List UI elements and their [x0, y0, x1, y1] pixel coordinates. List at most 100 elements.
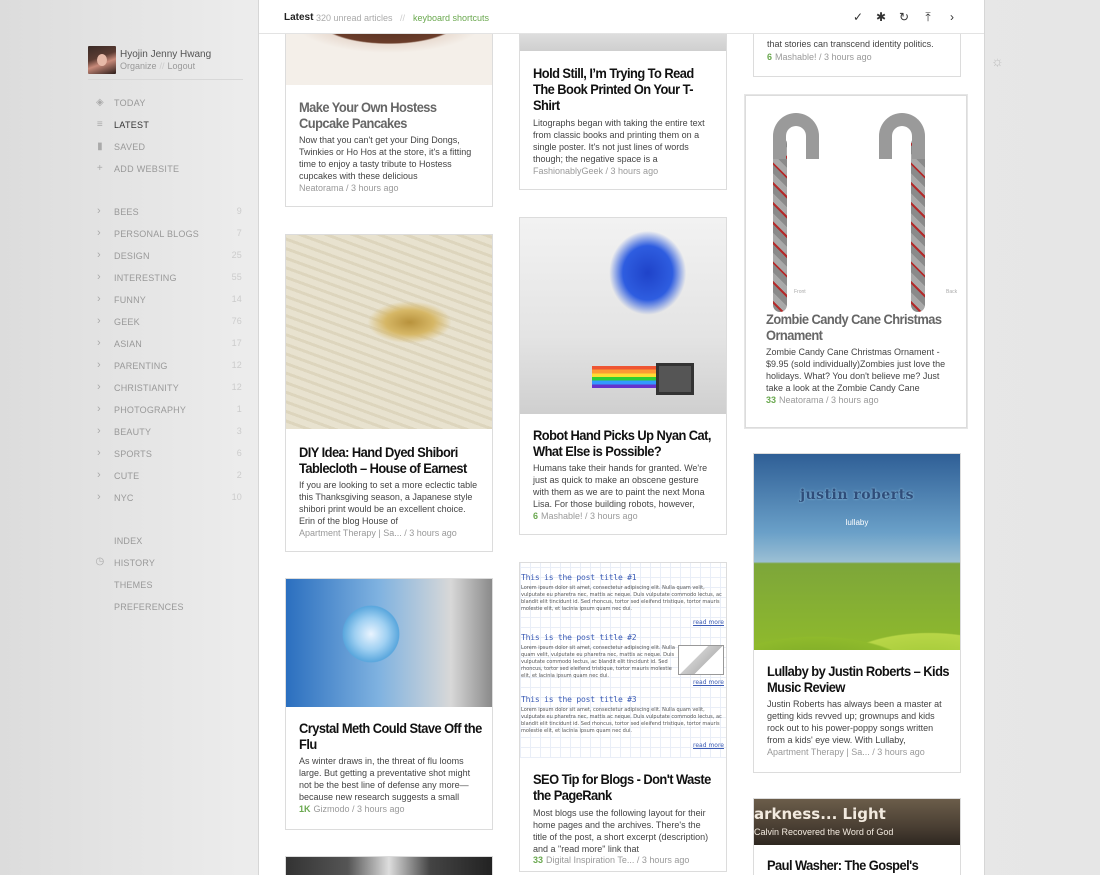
- to-top-icon[interactable]: ⤒: [920, 9, 936, 25]
- category-label: BEES: [114, 207, 139, 217]
- image-subtitle: Calvin Recovered the Word of God: [754, 827, 894, 837]
- chevron-right-icon[interactable]: ›: [97, 227, 101, 239]
- category-label: CUTE: [114, 471, 140, 481]
- today-icon: ◈: [96, 97, 104, 108]
- article-excerpt: Humans take their hands for granted. We'…: [533, 463, 708, 509]
- album-subtitle: lullaby: [845, 518, 869, 527]
- article-meta: 1K Gizmodo / 3 hours ago: [299, 804, 405, 814]
- article-excerpt: Now that you can't get your Ding Dongs, …: [299, 135, 472, 181]
- chevron-right-icon[interactable]: ›: [97, 205, 101, 217]
- nav-label: HISTORY: [114, 558, 156, 568]
- keyboard-shortcuts-link[interactable]: keyboard shortcuts: [413, 13, 489, 23]
- article-image[interactable]: This is the post title #1 Lorem ipsum do…: [520, 563, 726, 758]
- article-card[interactable]: Make Your Own Hostess Cupcake Pancakes N…: [285, 20, 493, 207]
- article-source: Mashable! / 3 hours ago: [775, 52, 872, 62]
- category-cute[interactable]: › CUTE 2: [94, 469, 242, 484]
- chevron-right-icon[interactable]: ›: [97, 425, 101, 437]
- article-image[interactable]: arkness... Light Calvin Recovered the Wo…: [754, 799, 960, 845]
- image-post-title: This is the post title #3: [521, 695, 637, 704]
- article-source: FashionablyGeek / 3 hours ago: [533, 166, 659, 176]
- article-title[interactable]: Paul Washer: The Gospel's: [767, 857, 951, 873]
- article-card[interactable]: arkness... Light Calvin Recovered the Wo…: [753, 798, 961, 875]
- category-asian[interactable]: › ASIAN 17: [94, 337, 242, 352]
- logout-link[interactable]: Logout: [168, 61, 196, 71]
- category-parenting[interactable]: › PARENTING 12: [94, 359, 242, 374]
- chevron-right-icon[interactable]: ›: [97, 293, 101, 305]
- nav-label: ADD WEBSITE: [114, 164, 180, 174]
- category-design[interactable]: › DESIGN 25: [94, 249, 242, 264]
- category-label: INTERESTING: [114, 273, 177, 283]
- article-card[interactable]: DIY Idea: Hand Dyed Shibori Tablecloth –…: [285, 234, 493, 552]
- avatar[interactable]: [88, 46, 116, 74]
- category-label: FUNNY: [114, 295, 146, 305]
- category-label: CHRISTIANITY: [114, 383, 179, 393]
- article-image[interactable]: justin roberts lullaby: [754, 454, 960, 650]
- article-source: Gizmodo / 3 hours ago: [313, 804, 405, 814]
- article-title[interactable]: Hold Still, I’m Trying To Read The Book …: [533, 65, 717, 113]
- chevron-right-icon[interactable]: ›: [97, 315, 101, 327]
- candy-cane-right: [911, 137, 925, 312]
- article-excerpt: Litographs began with taking the entire …: [533, 118, 705, 164]
- article-card[interactable]: Crystal Meth Could Stave Off the Flu As …: [285, 578, 493, 830]
- image-lorem: Lorem ipsum dolor sit amet, consectetur …: [521, 645, 675, 679]
- category-nyc[interactable]: › NYC 10: [94, 491, 242, 506]
- article-image[interactable]: [286, 857, 492, 875]
- article-image[interactable]: [520, 218, 726, 414]
- refresh-icon[interactable]: ↻: [896, 9, 912, 25]
- article-card[interactable]: This is the post title #1 Lorem ipsum do…: [519, 562, 727, 872]
- category-funny[interactable]: › FUNNY 14: [94, 293, 242, 308]
- brightness-icon[interactable]: ☼: [991, 53, 1004, 69]
- category-interesting[interactable]: › INTERESTING 55: [94, 271, 242, 286]
- article-card[interactable]: justin roberts lullaby Lullaby by Justin…: [753, 453, 961, 773]
- nav-label: PREFERENCES: [114, 602, 184, 612]
- chevron-right-icon[interactable]: ›: [97, 403, 101, 415]
- article-meta: Apartment Therapy | Sa... / 3 hours ago: [767, 747, 925, 757]
- category-count: 12: [231, 382, 242, 392]
- bookmark-icon: ▮: [97, 141, 103, 152]
- category-beauty[interactable]: › BEAUTY 3: [94, 425, 242, 440]
- article-card[interactable]: Front Back Zombie Candy Cane Christmas O…: [745, 95, 967, 428]
- article-title[interactable]: SEO Tip for Blogs - Don't Waste the Page…: [533, 771, 717, 803]
- chevron-right-icon[interactable]: ›: [97, 491, 101, 503]
- article-source: Apartment Therapy | Sa... / 3 hours ago: [767, 747, 925, 757]
- category-count: 17: [231, 338, 242, 348]
- article-title[interactable]: DIY Idea: Hand Dyed Shibori Tablecloth –…: [299, 444, 483, 476]
- chevron-right-icon[interactable]: ›: [97, 249, 101, 261]
- nav-label: SAVED: [114, 142, 146, 152]
- category-count: 2: [236, 470, 242, 480]
- category-count: 6: [236, 448, 242, 458]
- category-geek[interactable]: › GEEK 76: [94, 315, 242, 330]
- user-name: Hyojin Jenny Hwang: [120, 49, 212, 60]
- chevron-right-icon[interactable]: ›: [97, 447, 101, 459]
- category-photography[interactable]: › PHOTOGRAPHY 1: [94, 403, 242, 418]
- article-image[interactable]: [286, 579, 492, 707]
- candy-cane-hook: [879, 113, 925, 159]
- engagement-count: 33: [533, 855, 544, 865]
- check-icon[interactable]: ✓: [850, 9, 866, 25]
- article-card[interactable]: [285, 856, 493, 875]
- article-card[interactable]: Robot Hand Picks Up Nyan Cat, What Else …: [519, 217, 727, 535]
- article-title[interactable]: Make Your Own Hostess Cupcake Pancakes: [299, 99, 483, 131]
- article-image[interactable]: Front Back: [753, 103, 961, 312]
- chevron-right-icon[interactable]: ›: [97, 359, 101, 371]
- article-title[interactable]: Lullaby by Justin Roberts – Kids Music R…: [767, 663, 951, 695]
- category-christianity[interactable]: › CHRISTIANITY 12: [94, 381, 242, 396]
- chevron-right-icon[interactable]: ›: [97, 271, 101, 283]
- article-card[interactable]: Hold Still, I’m Trying To Read The Book …: [519, 20, 727, 190]
- gear-icon[interactable]: ✱: [873, 9, 889, 25]
- organize-link[interactable]: Organize: [120, 61, 157, 71]
- nav-label: INDEX: [114, 536, 143, 546]
- article-title[interactable]: Crystal Meth Could Stave Off the Flu: [299, 720, 483, 752]
- next-icon[interactable]: ›: [944, 9, 960, 25]
- category-personal-blogs[interactable]: › PERSONAL BLOGS 7: [94, 227, 242, 242]
- chevron-right-icon[interactable]: ›: [97, 381, 101, 393]
- category-sports[interactable]: › SPORTS 6: [94, 447, 242, 462]
- category-label: ASIAN: [114, 339, 143, 349]
- chevron-right-icon[interactable]: ›: [97, 469, 101, 481]
- article-title[interactable]: Robot Hand Picks Up Nyan Cat, What Else …: [533, 427, 717, 459]
- article-source: Mashable! / 3 hours ago: [541, 511, 638, 521]
- chevron-right-icon[interactable]: ›: [97, 337, 101, 349]
- article-image[interactable]: [286, 235, 492, 429]
- category-bees[interactable]: › BEES 9: [94, 205, 242, 220]
- article-title[interactable]: Zombie Candy Cane Christmas Ornament: [766, 311, 950, 343]
